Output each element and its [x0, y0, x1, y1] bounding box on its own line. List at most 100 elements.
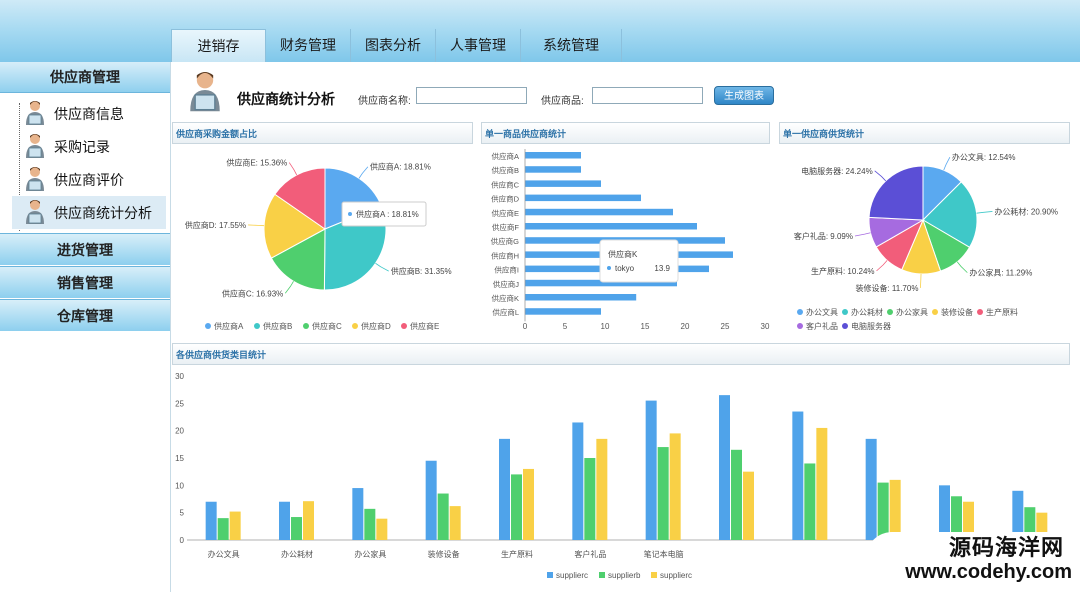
- bar: [731, 449, 742, 540]
- bar: [525, 308, 601, 315]
- bar: [596, 438, 608, 540]
- legend-marker: [887, 309, 893, 315]
- pie-slice: [868, 165, 924, 221]
- bar: [657, 447, 669, 540]
- bar: [279, 501, 290, 540]
- tab-inventory[interactable]: 进销存: [171, 29, 266, 62]
- bar-category-label: 供应商I: [494, 265, 519, 275]
- sidebar-item-supplier-info[interactable]: 供应商信息: [12, 97, 170, 130]
- pie-slice-label: 生产原料: 10.24%: [811, 266, 875, 276]
- bar: [523, 468, 534, 540]
- legend-marker: [651, 572, 657, 578]
- sidebar-item-label: 供应商评价: [54, 171, 124, 188]
- tab-charts[interactable]: 图表分析: [351, 29, 436, 62]
- bar: [229, 511, 241, 540]
- y-tick-label: 15: [175, 454, 184, 463]
- bar: [511, 474, 522, 540]
- x-category-label: 办公文具: [208, 549, 240, 559]
- pie-leader-line: [943, 157, 951, 171]
- pie-slice-label: 办公家具: 11.29%: [969, 268, 1032, 278]
- bar-category-label: 供应商D: [491, 194, 519, 204]
- pie-slice-label: 供应商A: 18.81%: [370, 162, 431, 172]
- sidebar-header-supplier[interactable]: 供应商管理: [0, 62, 170, 93]
- tooltip-marker: [607, 266, 611, 270]
- bar: [303, 501, 314, 540]
- bar: [525, 152, 581, 159]
- tab-finance[interactable]: 财务管理: [266, 29, 351, 62]
- pie-leader-line: [358, 166, 369, 179]
- sidebar-tree: 供应商信息 采购记录 供应商评价 供应商统计分析: [0, 93, 170, 233]
- bar-category-label: 供应商E: [491, 208, 519, 218]
- pie-leader-line: [976, 211, 993, 214]
- y-tick-label: 10: [175, 481, 184, 490]
- bar: [217, 518, 229, 540]
- legend-marker: [401, 323, 407, 329]
- sidebar-item-purchase-records[interactable]: 采购记录: [12, 130, 170, 163]
- tooltip-series: tokyo: [615, 264, 635, 273]
- legend-label: 电脑服务器: [851, 321, 891, 331]
- x-category-label: 装修设备: [428, 549, 460, 559]
- watermark-line1: 源码海洋网: [948, 535, 1064, 560]
- bar: [364, 508, 376, 540]
- bar-category-label: 供应商A: [491, 151, 519, 161]
- y-tick-label: 5: [180, 509, 185, 518]
- x-category-label: 办公家具: [354, 549, 386, 559]
- bar: [669, 433, 681, 540]
- legend-label: 办公家具: [896, 307, 928, 317]
- legend-marker: [797, 309, 803, 315]
- x-tick-label: 30: [761, 322, 770, 331]
- bar: [889, 479, 901, 540]
- legend-marker: [303, 323, 309, 329]
- tooltip-title: 供应商K: [608, 249, 638, 259]
- bar-category-label: 供应商F: [492, 222, 519, 232]
- legend-label: 供应商E: [410, 321, 439, 331]
- bar: [572, 422, 584, 540]
- bar: [525, 294, 637, 301]
- pie-leader-line: [284, 281, 294, 294]
- user-avatar-icon: [24, 198, 46, 227]
- sidebar-group-sales[interactable]: 销售管理: [0, 266, 170, 299]
- legend-marker: [599, 572, 605, 578]
- pie-leader-line: [956, 261, 968, 273]
- x-tick-label: 25: [721, 322, 730, 331]
- x-category-label: 客户礼品: [574, 549, 606, 559]
- bar-category-label: 供应商L: [492, 307, 519, 317]
- sidebar-item-label: 供应商信息: [54, 105, 124, 122]
- bar: [525, 180, 601, 187]
- pie-slice-label: 客户礼品: 9.09%: [794, 231, 853, 241]
- legend-marker: [932, 309, 938, 315]
- bar: [449, 506, 461, 540]
- x-category-label: 生产原料: [501, 549, 533, 559]
- sidebar-item-supplier-review[interactable]: 供应商评价: [12, 163, 170, 196]
- pie-leader-line: [874, 170, 887, 182]
- tab-system[interactable]: 系统管理: [521, 29, 622, 62]
- bar: [291, 517, 302, 540]
- legend-label: 办公文具: [806, 307, 838, 317]
- pie-leader-line: [876, 260, 888, 272]
- sidebar-group-warehouse[interactable]: 仓库管理: [0, 299, 170, 332]
- tab-hr[interactable]: 人事管理: [436, 29, 521, 62]
- bar-category-label: 供应商J: [493, 279, 519, 289]
- bar-category-label: 供应商K: [491, 293, 519, 303]
- pie-slice-label: 供应商D: 17.55%: [185, 220, 246, 230]
- legend-label: supplierc: [556, 571, 588, 580]
- user-avatar-icon: [24, 99, 46, 128]
- sidebar-group-purchase[interactable]: 进货管理: [0, 233, 170, 266]
- pie-slice-label: 装修设备: 11.70%: [855, 283, 918, 293]
- pie-leader-line: [375, 262, 389, 272]
- legend-label: 供应商A: [214, 321, 244, 331]
- pie-slice-label: 电脑服务器: 24.24%: [801, 166, 873, 176]
- y-tick-label: 20: [175, 427, 184, 436]
- pie-slice-label: 供应商B: 31.35%: [391, 266, 452, 276]
- x-tick-label: 20: [681, 322, 690, 331]
- bar: [816, 427, 828, 540]
- legend-marker: [547, 572, 553, 578]
- sidebar: 供应商管理 供应商信息 采购记录 供应商评价 供应商统计分析 进货管理 销售管理…: [0, 62, 171, 592]
- bar: [584, 458, 596, 540]
- x-tick-label: 5: [563, 322, 568, 331]
- y-tick-label: 25: [175, 399, 184, 408]
- sidebar-item-supplier-stats[interactable]: 供应商统计分析: [12, 196, 166, 229]
- pie-slice-label: 办公耗材: 20.90%: [994, 206, 1058, 216]
- user-avatar-icon: [24, 165, 46, 194]
- bar: [525, 166, 581, 173]
